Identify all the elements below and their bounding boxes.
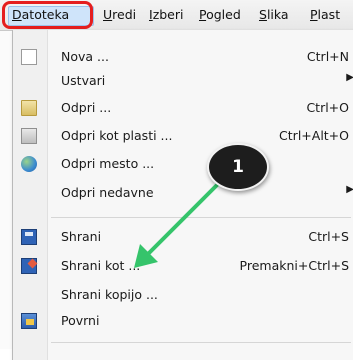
menu-separator bbox=[51, 217, 351, 218]
submenu-arrow-icon: ▶ bbox=[346, 72, 353, 83]
menu-item-nova[interactable]: Nova ... Ctrl+N bbox=[13, 45, 353, 69]
revert-icon bbox=[21, 313, 37, 329]
menu-item-odpri-kot-plasti[interactable]: Odpri kot plasti ... Ctrl+Alt+O bbox=[13, 124, 353, 148]
menu-item-shortcut: Premakni+Ctrl+S bbox=[239, 258, 349, 273]
menu-item-odpri[interactable]: Odpri ... Ctrl+O bbox=[13, 96, 353, 120]
menu-item-label: Ustvari bbox=[61, 73, 106, 88]
menu-item-ustvari[interactable]: Ustvari ▶ bbox=[13, 69, 353, 93]
open-as-layers-icon bbox=[21, 128, 37, 144]
menu-item-label: Shrani kopijo ... bbox=[61, 287, 158, 302]
menu-item-label: Odpri ... bbox=[61, 100, 112, 115]
menu-izberi-label-rest: zberi bbox=[152, 7, 184, 22]
menu-item-shortcut: Ctrl+S bbox=[308, 229, 349, 244]
save-as-icon bbox=[21, 258, 37, 274]
menu-plast-label-rest: last bbox=[317, 7, 341, 22]
menu-item-label: Nova ... bbox=[61, 49, 109, 64]
menu-separator bbox=[51, 342, 351, 343]
menu-slika[interactable]: Slika bbox=[259, 0, 289, 30]
menu-uredi-mnemonic: U bbox=[103, 7, 113, 22]
menu-item-label: Odpri kot plasti ... bbox=[61, 128, 173, 143]
menu-item-odpri-mesto[interactable]: Odpri mesto ... bbox=[13, 152, 353, 176]
callout-number-badge: 1 bbox=[207, 143, 269, 191]
menu-item-label: Odpri mesto ... bbox=[61, 156, 155, 171]
menu-slika-label-rest: lika bbox=[266, 7, 289, 22]
menu-item-shrani-kot[interactable]: Shrani kot ... Premakni+Ctrl+S bbox=[13, 254, 353, 278]
menu-item-odpri-nedavne[interactable]: Odpri nedavne ▶ bbox=[13, 181, 353, 205]
menu-pogled[interactable]: Pogled bbox=[199, 0, 241, 30]
menu-item-shortcut: Ctrl+N bbox=[306, 49, 349, 64]
menu-slika-mnemonic: S bbox=[259, 7, 267, 22]
file-menu-dropdown: Nova ... Ctrl+N Ustvari ▶ Odpri ... Ctrl… bbox=[12, 30, 353, 360]
menu-item-label: Shrani kot ... bbox=[61, 258, 141, 273]
menu-item-shrani[interactable]: Shrani Ctrl+S bbox=[13, 225, 353, 249]
menu-plast-mnemonic: P bbox=[310, 7, 318, 22]
menu-item-label: Shrani bbox=[61, 229, 102, 244]
menu-item-povrni[interactable]: Povrni bbox=[13, 309, 353, 333]
menu-item-shortcut: Ctrl+Alt+O bbox=[279, 128, 349, 143]
callout-highlight-ring bbox=[2, 1, 93, 29]
menu-uredi[interactable]: Uredi bbox=[103, 0, 136, 30]
menu-uredi-label-rest: redi bbox=[112, 7, 137, 22]
menu-plast[interactable]: Plast bbox=[310, 0, 340, 30]
save-icon bbox=[21, 229, 37, 245]
submenu-arrow-icon: ▶ bbox=[346, 184, 353, 195]
new-document-icon bbox=[21, 49, 37, 65]
globe-icon bbox=[21, 156, 37, 172]
menu-bar: Datoteka Uredi Izberi Pogled Slika Plast bbox=[0, 0, 353, 31]
menu-pogled-label-rest: ogled bbox=[206, 7, 241, 22]
folder-icon bbox=[21, 100, 37, 116]
menu-item-shortcut: Ctrl+O bbox=[306, 100, 349, 115]
menu-item-shrani-kopijo[interactable]: Shrani kopijo ... bbox=[13, 283, 353, 307]
menu-item-label: Odpri nedavne bbox=[61, 185, 154, 200]
menu-item-label: Povrni bbox=[61, 313, 100, 328]
menu-izberi[interactable]: Izberi bbox=[149, 0, 184, 30]
